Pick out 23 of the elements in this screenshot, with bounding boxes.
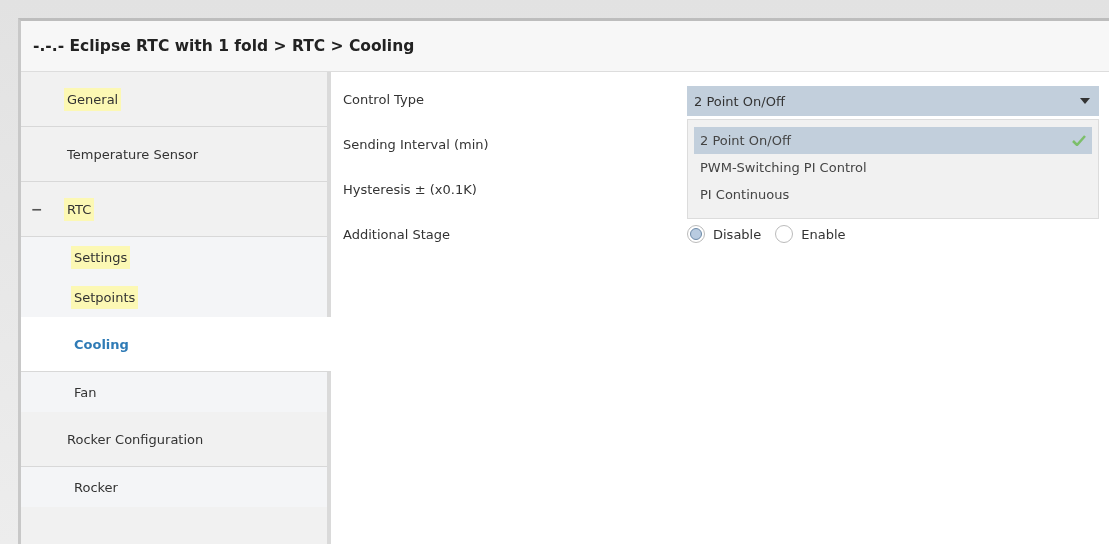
sidebar-item[interactable]: Settings <box>21 237 327 277</box>
radio-button[interactable] <box>687 225 705 243</box>
sidebar-item[interactable]: Fan <box>21 372 327 412</box>
radio-label: Enable <box>801 226 846 242</box>
radio-option[interactable]: Enable <box>775 225 846 243</box>
sidebar-item[interactable]: Cooling <box>21 317 331 372</box>
caret-icon <box>1080 98 1090 104</box>
window-title: -.-.- Eclipse RTC with 1 fold > RTC > Cooling <box>21 21 1109 72</box>
parameter-label: Sending Interval (min) <box>343 136 490 152</box>
radio-button[interactable] <box>775 225 794 243</box>
collapse-icon[interactable]: − <box>31 201 43 217</box>
control-type-dropdown[interactable]: 2 Point On/Off <box>687 86 1099 116</box>
parameter-label: Control Type <box>343 91 425 107</box>
dropdown-option[interactable]: 2 Point On/Off <box>694 127 1092 154</box>
sidebar-item[interactable]: Rocker <box>21 467 327 507</box>
check-icon <box>1072 135 1086 146</box>
sidebar-item[interactable]: Setpoints <box>21 277 327 317</box>
dropdown-option[interactable]: PWM-Switching PI Control <box>694 154 1092 181</box>
dropdown-option[interactable]: PI Continuous <box>694 181 1092 208</box>
radio-label: Disable <box>713 226 762 242</box>
radio-option[interactable]: Disable <box>687 225 762 243</box>
parameter-label: Additional Stage <box>343 226 451 242</box>
parameter-label: Hysteresis ± (x0.1K) <box>343 181 478 197</box>
